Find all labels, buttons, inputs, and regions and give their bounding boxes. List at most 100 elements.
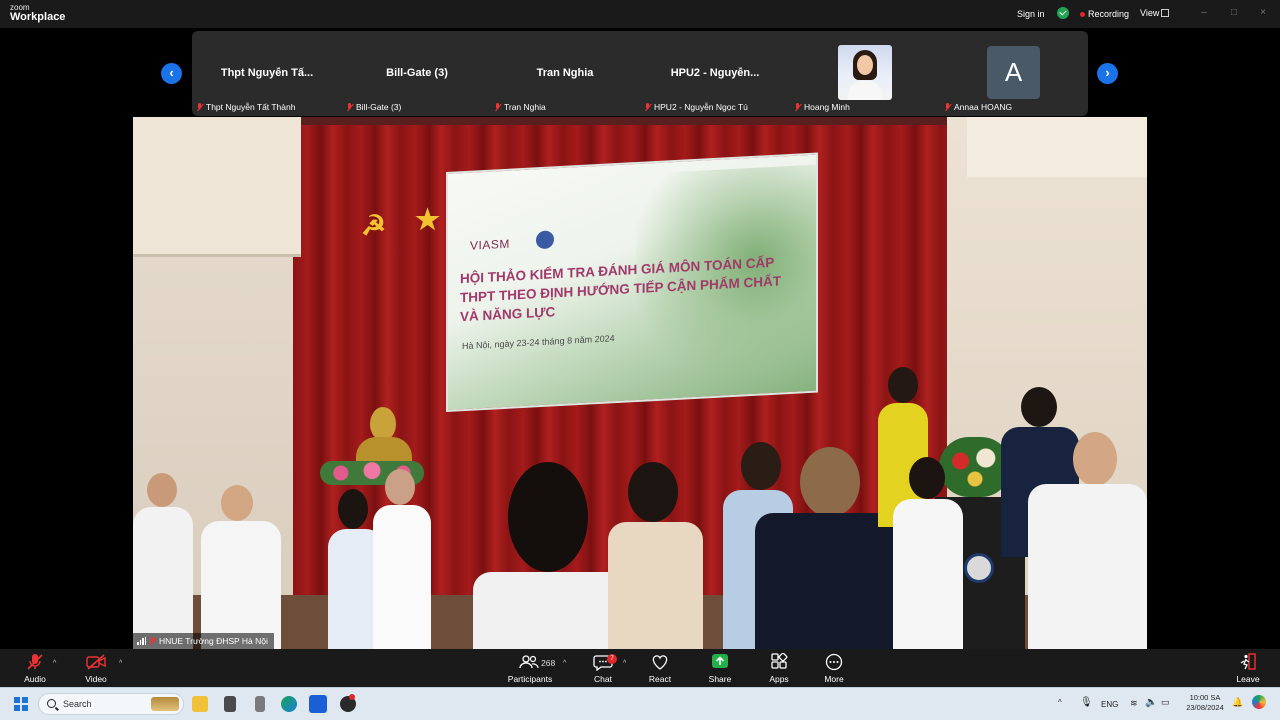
participant-name: Tran Nghia (536, 67, 594, 79)
tray-mic-icon[interactable]: 🎙 (1080, 697, 1093, 708)
participant-tile[interactable]: Hoang Minh (790, 31, 940, 116)
star-emblem: ★ (415, 204, 441, 235)
participant-label-text: Tran Nghia (504, 102, 546, 112)
podium-seal-icon (964, 553, 994, 583)
wifi-icon[interactable]: ≋ (1130, 698, 1138, 709)
apps-button[interactable]: Apps (754, 652, 804, 684)
participant-tile[interactable]: Tran Nghia Tran Nghia (490, 31, 640, 116)
volume-icon[interactable]: 🔈 (1145, 697, 1157, 708)
zoom-app-icon[interactable] (309, 695, 327, 713)
wall-panel (967, 117, 1147, 177)
share-button[interactable]: Share (695, 653, 745, 684)
mic-muted-icon (346, 102, 353, 112)
apps-grid-icon (768, 652, 790, 671)
attendee (201, 485, 281, 649)
attendee-body (1028, 484, 1147, 649)
copilot-icon[interactable] (1252, 695, 1266, 709)
more-label: More (824, 674, 844, 684)
chevron-left-icon[interactable]: ‹ (161, 63, 182, 84)
react-button[interactable]: React (635, 653, 685, 684)
windows-start-icon[interactable] (14, 697, 28, 711)
participant-tile[interactable]: Thpt Nguyễn Tấ... Thpt Nguyễn Tất Thành (192, 31, 342, 116)
view-grid-icon[interactable] (1161, 9, 1169, 17)
chat-button[interactable]: Chat (578, 653, 628, 684)
participants-label: Participants (507, 674, 553, 684)
attendee (1028, 432, 1147, 649)
leave-exit-icon (1237, 653, 1259, 671)
audio-options-caret-icon[interactable]: ^ (53, 660, 56, 667)
mic-muted-icon (149, 636, 156, 646)
main-video[interactable]: ☭ ★ VIASM HỘI THẢO KIỂM TRA ĐÁNH GIÁ MÔN… (133, 117, 1147, 649)
bust-statue (370, 407, 396, 441)
view-button[interactable]: View (1140, 8, 1159, 18)
more-dots-icon (823, 653, 845, 671)
participant-label-text: Annaa HOANG (954, 102, 1013, 112)
video-label: Video (85, 674, 107, 684)
search-placeholder: Search (63, 699, 92, 709)
participant-name: Bill-Gate (3) (386, 67, 448, 79)
input-language[interactable]: ENG (1101, 700, 1118, 709)
attendee-body (893, 499, 963, 649)
microphone-muted-icon (24, 653, 46, 671)
slide-org: VIASM (470, 236, 510, 253)
participants-icon (518, 653, 540, 671)
participant-label-text: Hoang Minh (804, 102, 850, 112)
encryption-shield-icon[interactable] (1057, 7, 1069, 19)
projection-screen: VIASM HỘI THẢO KIỂM TRA ĐÁNH GIÁ MÔN TOÁ… (446, 152, 818, 412)
participants-count: 268 (541, 658, 556, 668)
edge-browser-icon[interactable] (281, 696, 297, 712)
file-explorer-icon[interactable] (192, 696, 208, 712)
clock-time: 10:00 SA (1189, 693, 1221, 702)
participant-label-text: Thpt Nguyễn Tất Thành (206, 102, 296, 112)
notification-bell-icon[interactable]: 🔔 (1232, 697, 1243, 708)
attendee-head (628, 462, 678, 522)
participant-label: HPU2 - Nguyễn Ngọc Tú (644, 102, 748, 112)
audio-button[interactable]: Audio (10, 653, 60, 684)
search-highlight-thumbnail (151, 697, 179, 711)
search-icon (47, 699, 56, 708)
participant-tile[interactable]: Bill-Gate (3) Bill-Gate (3) (342, 31, 492, 116)
curtain-rail (293, 117, 947, 125)
chat-options-caret-icon[interactable]: ^ (623, 660, 626, 667)
mic-muted-icon (196, 102, 203, 112)
taskbar-search[interactable]: Search (38, 693, 184, 715)
participant-label-text: Bill-Gate (3) (356, 102, 402, 112)
participant-tile[interactable]: Annaa HOANG (940, 31, 1090, 116)
attendee-head (385, 469, 415, 505)
sign-in-link[interactable]: Sign in (1017, 9, 1045, 19)
app-icon[interactable] (255, 696, 265, 712)
notification-dot (349, 694, 355, 700)
top-bar: zoom Workplace Sign in Recording View – … (0, 0, 1280, 28)
participants-options-caret-icon[interactable]: ^ (563, 660, 566, 667)
video-button[interactable]: Video (71, 653, 121, 684)
attendee-body (373, 505, 431, 649)
share-label: Share (708, 674, 732, 684)
close-icon[interactable]: × (1257, 7, 1269, 19)
attendee (373, 469, 431, 649)
attendee-body (133, 507, 193, 649)
share-screen-icon (709, 653, 731, 671)
leave-button[interactable]: Leave (1223, 653, 1273, 684)
participant-label: Tran Nghia (494, 102, 546, 112)
clock-date: 23/08/2024 (1186, 703, 1224, 712)
participant-tile[interactable]: HPU2 - Nguyễn... HPU2 - Nguyễn Ngọc Tú (640, 31, 790, 116)
battery-icon[interactable]: ▭ (1161, 697, 1170, 708)
attendee-head (147, 473, 177, 507)
recording-indicator[interactable]: Recording (1088, 9, 1129, 19)
chat-label: Chat (594, 674, 612, 684)
tray-expand-icon[interactable]: ^ (1058, 698, 1062, 707)
video-options-caret-icon[interactable]: ^ (119, 660, 122, 667)
more-button[interactable]: More (809, 653, 859, 684)
attendee-body (755, 513, 915, 649)
chat-unread-badge: 7 (607, 654, 617, 664)
logo-line2: Workplace (10, 11, 66, 23)
participant-label: Hoang Minh (794, 102, 850, 112)
mic-muted-icon (494, 102, 501, 112)
maximize-icon[interactable]: □ (1228, 7, 1240, 19)
attendee-head (1073, 432, 1117, 486)
chevron-right-icon[interactable]: › (1097, 63, 1118, 84)
minimize-icon[interactable]: – (1198, 7, 1210, 19)
react-label: React (648, 674, 672, 684)
taskbar-clock[interactable]: 10:00 SA 23/08/2024 (1180, 693, 1230, 713)
app-icon[interactable] (224, 696, 236, 712)
